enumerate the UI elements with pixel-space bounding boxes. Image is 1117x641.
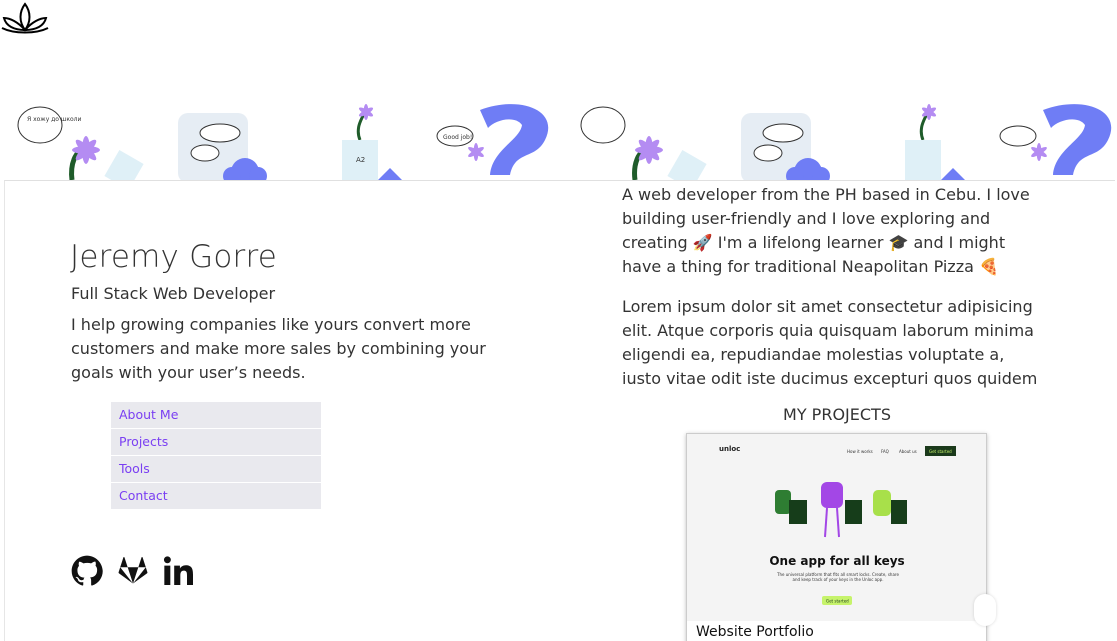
gitlab-icon[interactable] <box>117 555 149 587</box>
preview-brand: unloc <box>719 445 740 453</box>
nav-item-contact[interactable]: Contact <box>111 483 321 509</box>
banner-text: Good job! <box>443 134 472 141</box>
linkedin-icon[interactable] <box>163 555 195 587</box>
social-links <box>71 555 195 587</box>
carousel-next-button[interactable] <box>974 594 996 626</box>
profile-role: Full Stack Web Developer <box>71 284 276 303</box>
preview-nav-item: About us <box>899 449 917 454</box>
banner-illustration: Я хожу до школи A2 Good job! <box>17 104 1112 181</box>
project-card[interactable]: unloc How it works FAQ About us Get star… <box>686 433 987 641</box>
project-preview-image: unloc How it works FAQ About us Get star… <box>687 434 986 621</box>
section-nav: About Me Projects Tools Contact <box>111 402 321 510</box>
profile-pitch: I help growing companies like yours conv… <box>71 315 486 382</box>
lotus-logo-icon[interactable] <box>0 0 50 34</box>
preview-nav-item: How it works <box>847 449 873 454</box>
banner-text: Я хожу до школи <box>27 116 82 123</box>
project-card-title: Website Portfolio <box>687 621 986 641</box>
main-content: Jeremy Gorre Full Stack Web Developer I … <box>4 180 1115 641</box>
projects-heading: MY PROJECTS <box>783 405 891 424</box>
preview-headline: One app for all keys <box>769 554 904 568</box>
about-paragraph: Lorem ipsum dolor sit amet consectetur a… <box>622 297 1038 388</box>
about-section: A web developer from the PH based in Ceb… <box>622 183 1047 407</box>
header-banner: Я хожу до школи A2 Good job! <box>0 0 1117 181</box>
preview-cta: Get started <box>929 449 952 454</box>
banner-text: A2 <box>356 156 365 164</box>
profile-name: Jeremy Gorre <box>70 239 278 275</box>
github-icon[interactable] <box>71 555 103 587</box>
preview-button: Get started <box>826 599 849 604</box>
illustration-tile: Я хожу до школи A2 Good job! <box>17 104 549 181</box>
illustration-tile <box>580 104 1112 181</box>
preview-nav-item: FAQ <box>881 449 889 454</box>
nav-item-projects[interactable]: Projects <box>111 429 321 455</box>
nav-item-about-me[interactable]: About Me <box>111 402 321 428</box>
about-paragraph: A web developer from the PH based in Ceb… <box>622 185 1030 276</box>
preview-subtext: The universal platform that fits all sma… <box>777 572 899 582</box>
nav-item-tools[interactable]: Tools <box>111 456 321 482</box>
